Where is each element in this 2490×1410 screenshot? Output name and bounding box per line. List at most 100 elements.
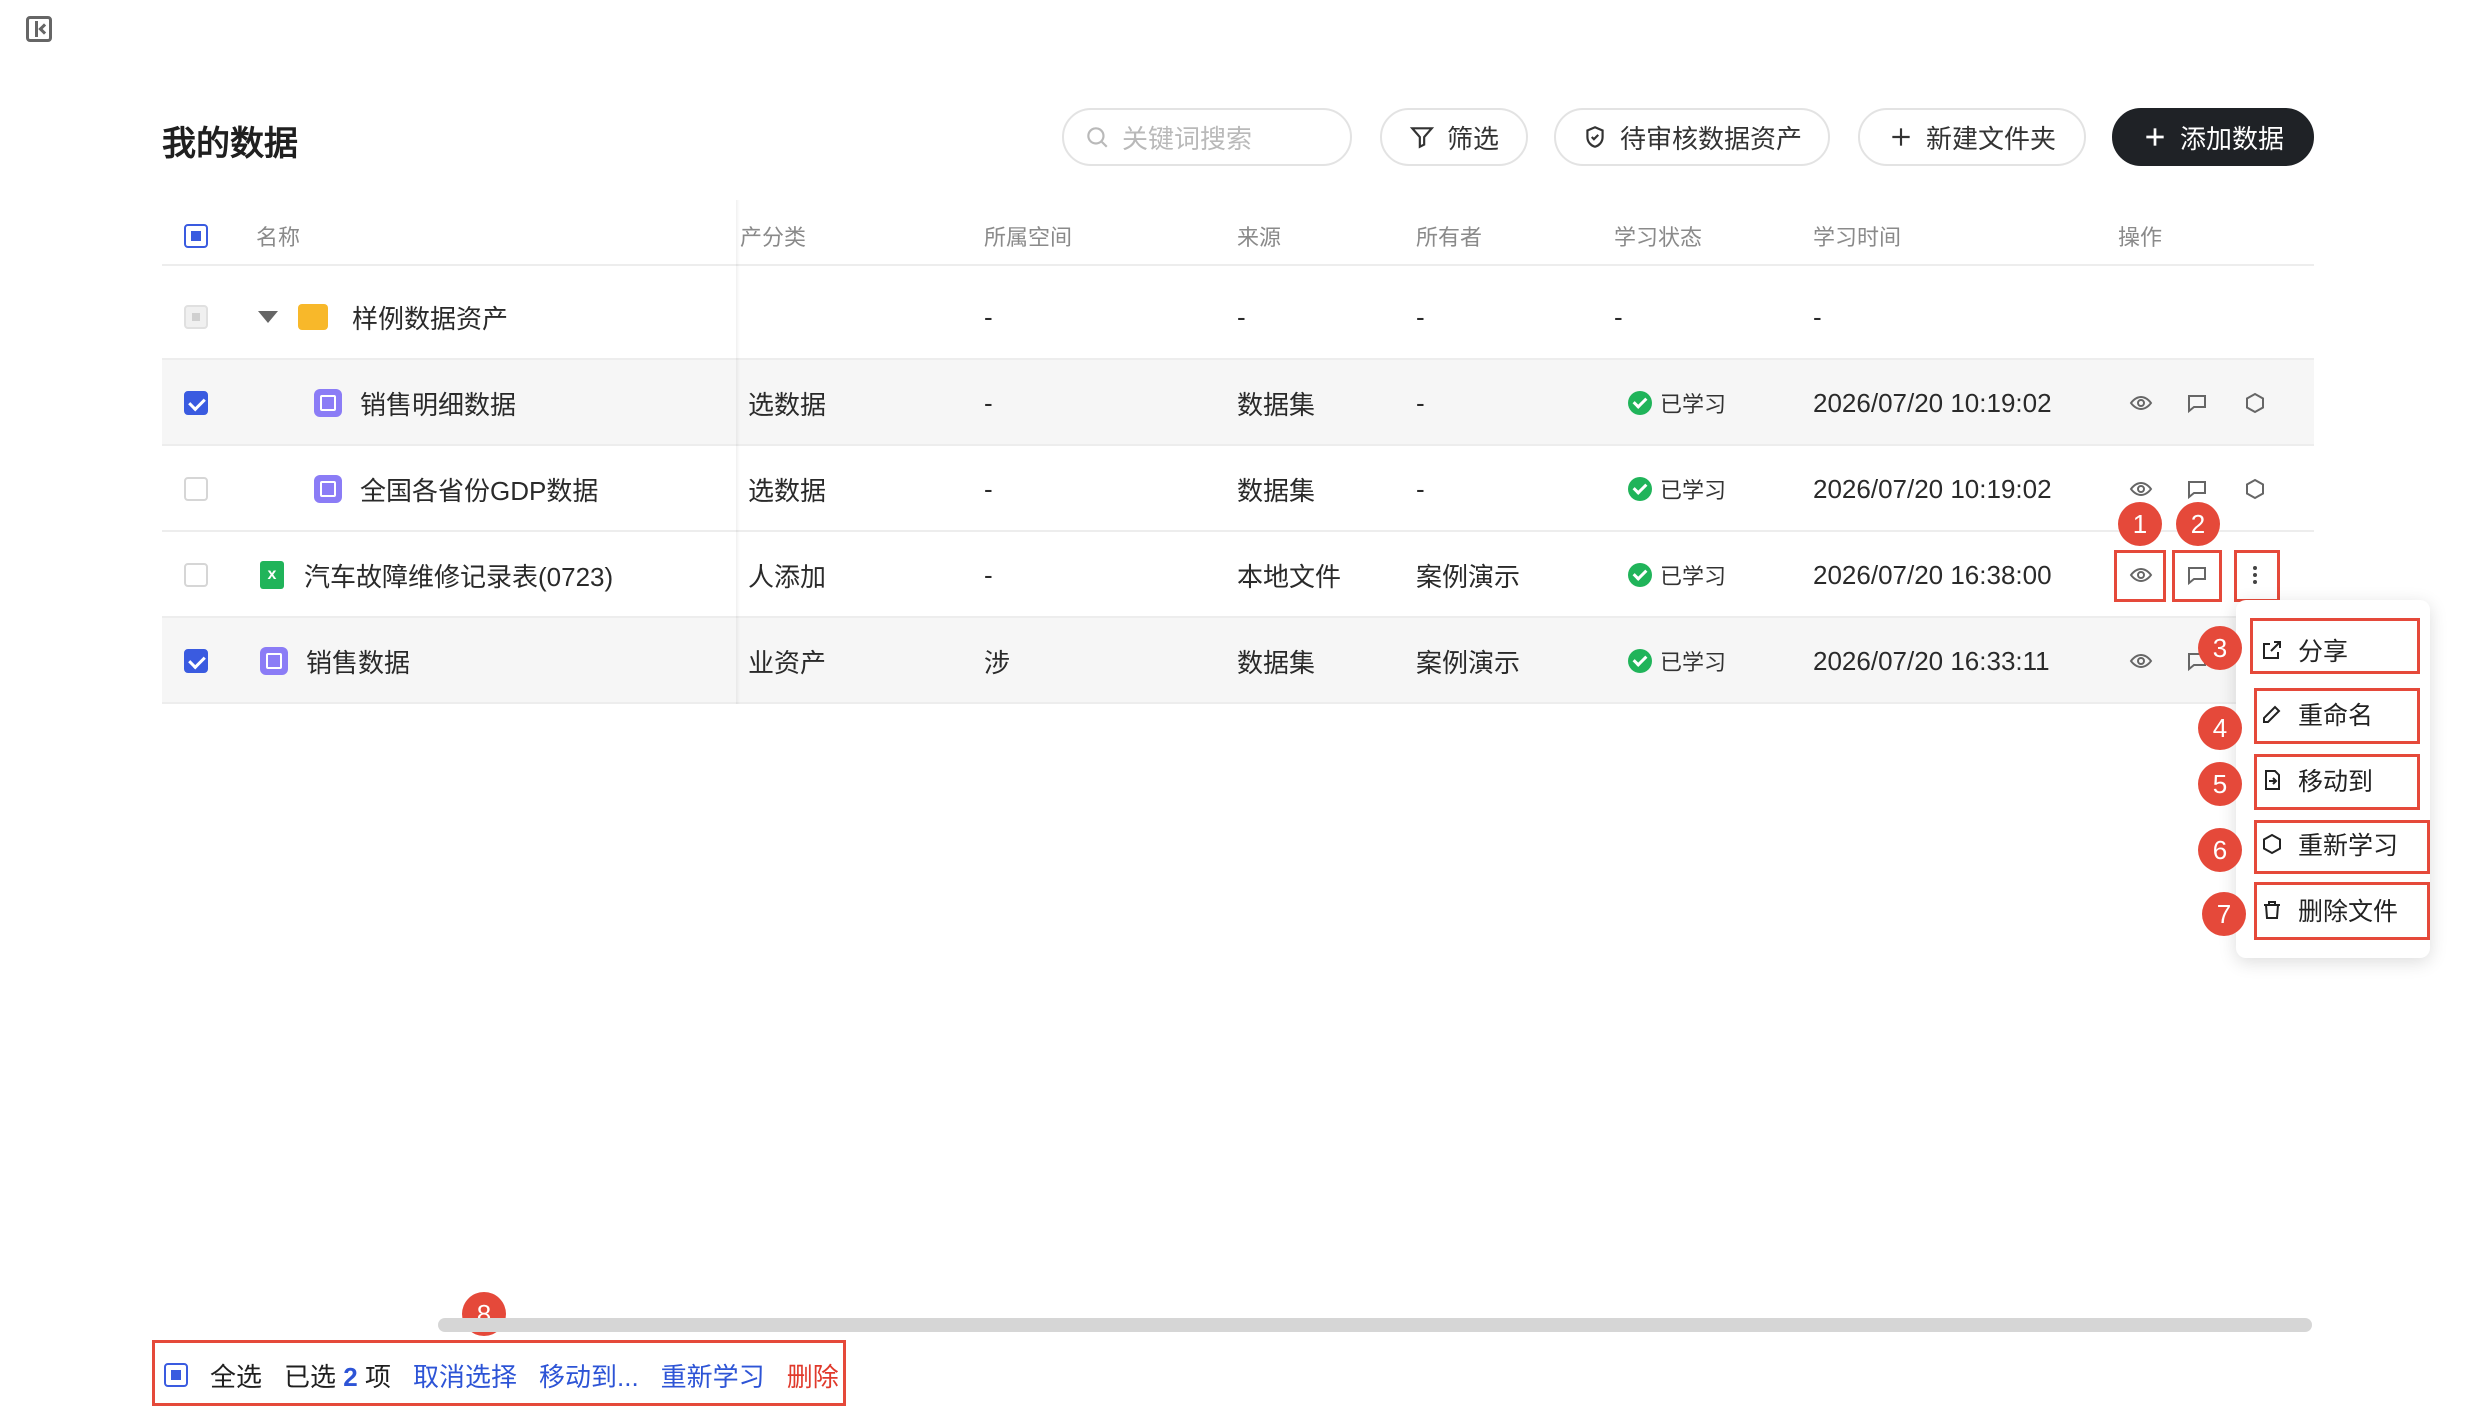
row-space: - [984,387,993,418]
row-checkbox[interactable] [184,563,208,587]
row-status: - [1614,301,1623,332]
row-category: 选数据 [748,475,827,506]
collapse-caret-icon[interactable] [258,311,278,323]
highlight-box [152,1340,846,1406]
row-category: 人添加 [748,561,827,592]
preview-eye-icon[interactable] [2128,390,2154,416]
row-name[interactable]: 销售明细数据 [360,360,516,446]
header-owner: 所有者 [1416,225,1483,250]
row-space: 涉 [984,647,1011,678]
header-name: 名称 [256,225,301,250]
highlight-box [2234,550,2280,602]
dataset-icon [314,389,342,417]
learned-status-icon [1628,391,1652,415]
row-status: 已学习 [1660,392,1727,417]
row-owner: 案例演示 [1416,561,1521,592]
header-space: 所属空间 [984,225,1073,250]
highlight-box [2254,820,2430,874]
page-title: 我的数据 [162,125,298,163]
horizontal-scrollbar[interactable] [438,1318,2312,1332]
dataset-icon [314,475,342,503]
step-badge: 5 [2198,762,2242,806]
shield-icon [1586,126,1604,148]
row-source: 数据集 [1237,647,1316,678]
row-checkbox[interactable] [184,649,208,673]
row-source: 数据集 [1237,389,1316,420]
pending-assets-button[interactable]: 待审核数据资产 [1554,108,1830,166]
row-checkbox [184,305,208,329]
learned-status-icon [1628,563,1652,587]
row-owner: - [1416,301,1425,332]
pending-assets-label: 待审核数据资产 [1619,123,1802,154]
row-name[interactable]: 全国各省份GDP数据 [360,446,598,532]
header-select-all-checkbox[interactable] [184,224,208,248]
highlight-box [2114,550,2166,602]
preview-eye-icon[interactable] [2128,476,2154,502]
table-row[interactable]: x 汽车故障维修记录表(0723) 人添加 - 本地文件 案例演示 已学习 20… [162,532,2314,618]
row-name[interactable]: 汽车故障维修记录表(0723) [304,532,613,618]
row-name[interactable]: 样例数据资产 [352,274,508,360]
row-time: 2026/07/20 10:19:02 [1813,473,2052,504]
row-source: 数据集 [1237,475,1316,506]
row-source: - [1237,301,1246,332]
step-badge: 6 [2198,828,2242,872]
relearn-icon[interactable] [2242,476,2268,502]
table-row[interactable]: 样例数据资产 - - - - - [162,274,2314,360]
header-status: 学习状态 [1614,225,1703,250]
row-checkbox[interactable] [184,391,208,415]
sidebar-toggle-icon[interactable] [26,16,52,42]
add-data-label: 添加数据 [2179,123,2284,154]
row-category: 业资产 [748,647,827,678]
search-input[interactable]: 关键词搜索 [1062,108,1352,166]
plus-icon [1892,128,1910,146]
step-badge: 2 [2176,502,2220,546]
step-badge: 1 [2118,502,2162,546]
dataset-icon [260,647,288,675]
row-owner: - [1416,473,1425,504]
row-owner: - [1416,387,1425,418]
table-row[interactable]: 销售数据 业资产 涉 数据集 案例演示 已学习 2026/07/20 16:33… [162,618,2314,704]
plus-icon [2146,128,2164,146]
row-owner: 案例演示 [1416,647,1521,678]
header-time: 学习时间 [1813,225,1902,250]
row-status: 已学习 [1660,478,1727,503]
add-data-button[interactable]: 添加数据 [2112,108,2314,166]
row-time: - [1813,301,1822,332]
new-folder-label: 新建文件夹 [1925,123,2056,154]
highlight-box [2254,882,2430,940]
row-name[interactable]: 销售数据 [306,618,410,704]
row-space: - [984,301,993,332]
row-time: 2026/07/20 10:19:02 [1813,387,2052,418]
filter-button[interactable]: 筛选 [1380,108,1528,166]
highlight-box [2254,754,2420,810]
table-row[interactable]: 销售明细数据 选数据 - 数据集 - 已学习 2026/07/20 10:19:… [162,360,2314,446]
row-space: - [984,559,993,590]
row-category: 选数据 [748,389,827,420]
excel-file-icon: x [260,561,284,589]
search-placeholder: 关键词搜索 [1122,123,1253,154]
chat-icon[interactable] [2184,390,2210,416]
new-folder-button[interactable]: 新建文件夹 [1858,108,2086,166]
folder-icon [298,304,328,330]
relearn-icon[interactable] [2242,390,2268,416]
highlight-box [2172,550,2222,602]
filter-label: 筛选 [1446,123,1499,154]
chat-icon[interactable] [2184,476,2210,502]
row-time: 2026/07/20 16:33:11 [1813,645,2050,676]
search-icon [1087,127,1108,148]
step-badge: 4 [2198,706,2242,750]
row-status: 已学习 [1660,564,1727,589]
learned-status-icon [1628,649,1652,673]
row-time: 2026/07/20 16:38:00 [1813,559,2052,590]
table-row[interactable]: 全国各省份GDP数据 选数据 - 数据集 - 已学习 2026/07/20 10… [162,446,2314,532]
highlight-box [2250,618,2420,674]
filter-icon [1409,127,1435,149]
row-checkbox[interactable] [184,477,208,501]
highlight-box [2254,688,2420,744]
step-badge: 3 [2198,626,2242,670]
step-badge: 7 [2202,892,2246,936]
table-header: 名称 产分类 所属空间 来源 所有者 学习状态 学习时间 操作 [162,206,2314,266]
row-space: - [984,473,993,504]
preview-eye-icon[interactable] [2128,648,2154,674]
learned-status-icon [1628,477,1652,501]
